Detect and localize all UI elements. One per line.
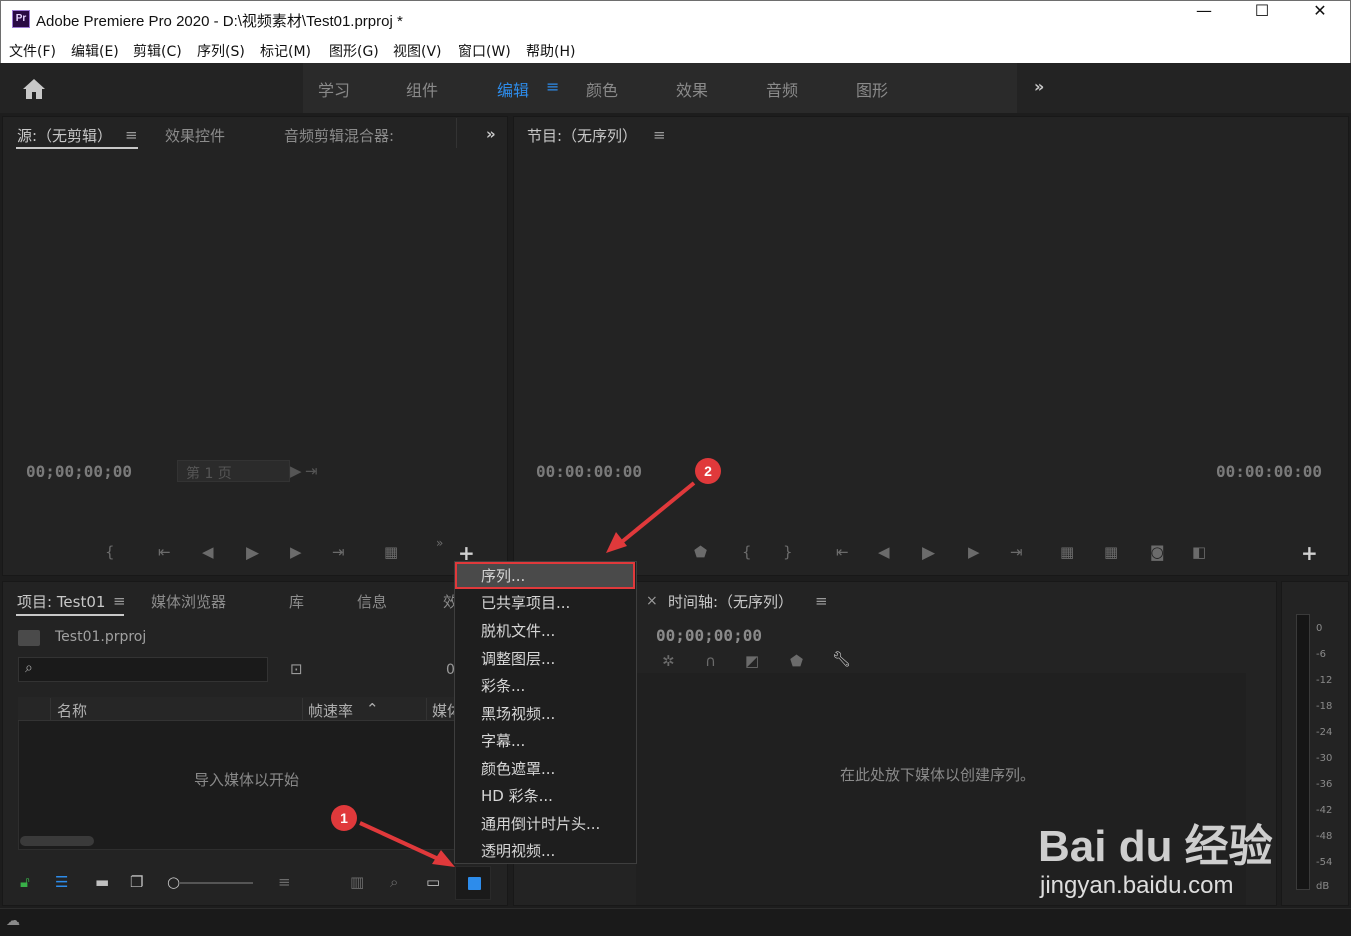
step-badge-2: 2 [695,458,721,484]
step-badge-1: 1 [331,805,357,831]
annotation-arrows [359,481,696,867]
baidu-watermark-url: jingyan.baidu.com [1040,872,1234,899]
baidu-watermark-logo: Bai du 经验 [1038,822,1273,871]
